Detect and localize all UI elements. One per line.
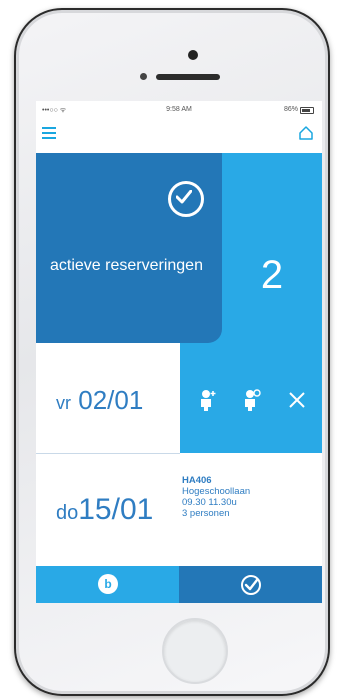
menu-icon[interactable]	[42, 127, 56, 139]
status-time: 9:58 AM	[166, 106, 192, 113]
reservation-day: vr	[56, 393, 71, 413]
battery-icon	[300, 107, 314, 114]
reservation-date-value: 02/01	[78, 385, 144, 415]
close-icon[interactable]	[288, 391, 306, 409]
nav-bar	[36, 119, 322, 153]
room-code: HA406	[182, 475, 212, 486]
battery-percent: 86%	[283, 106, 298, 113]
tab-booking[interactable]: b	[36, 566, 179, 603]
reservation-row[interactable]: vr 02/01	[36, 343, 322, 454]
active-reservations-card[interactable]: actieve reserveringen	[36, 153, 222, 343]
location: Hogeschoollaan	[182, 486, 251, 497]
person-info-icon[interactable]	[242, 389, 262, 411]
home-icon[interactable]	[298, 125, 314, 141]
reservation-details: HA406 Hogeschoollaan 09.30 11.30u 3 pers…	[182, 475, 250, 519]
phone-home-button[interactable]	[162, 618, 228, 684]
reservation-actions	[180, 343, 322, 453]
reservation-date: do15/01	[56, 493, 153, 527]
b-logo-icon: b	[98, 574, 118, 594]
camera	[188, 50, 198, 60]
reservation-date-value: 15/01	[78, 493, 154, 526]
divider	[36, 453, 180, 454]
people-count: 3 personen	[182, 508, 230, 519]
active-reservations-label: actieve reserveringen	[50, 257, 203, 274]
summary-panel: actieve reserveringen 2	[36, 153, 322, 343]
time-range: 09.30 11.30u	[182, 497, 237, 508]
reservation-date: vr 02/01	[56, 385, 143, 416]
reservation-count: 2	[260, 253, 284, 297]
check-icon	[241, 575, 261, 595]
tab-reservations[interactable]	[179, 566, 322, 603]
reservation-row[interactable]: do15/01 HA406 Hogeschoollaan 09.30 11.30…	[36, 461, 322, 571]
app-screen: •••○○ ᯤ 9:58 AM 86% actieve reserveringe…	[36, 101, 322, 603]
reservation-day: do	[56, 502, 79, 524]
status-bar: •••○○ ᯤ 9:58 AM 86%	[36, 101, 322, 119]
sensor	[140, 73, 147, 80]
add-person-icon[interactable]	[198, 389, 218, 411]
tab-bar: b	[36, 566, 322, 603]
check-circle-icon	[168, 181, 204, 217]
speaker	[156, 74, 220, 80]
